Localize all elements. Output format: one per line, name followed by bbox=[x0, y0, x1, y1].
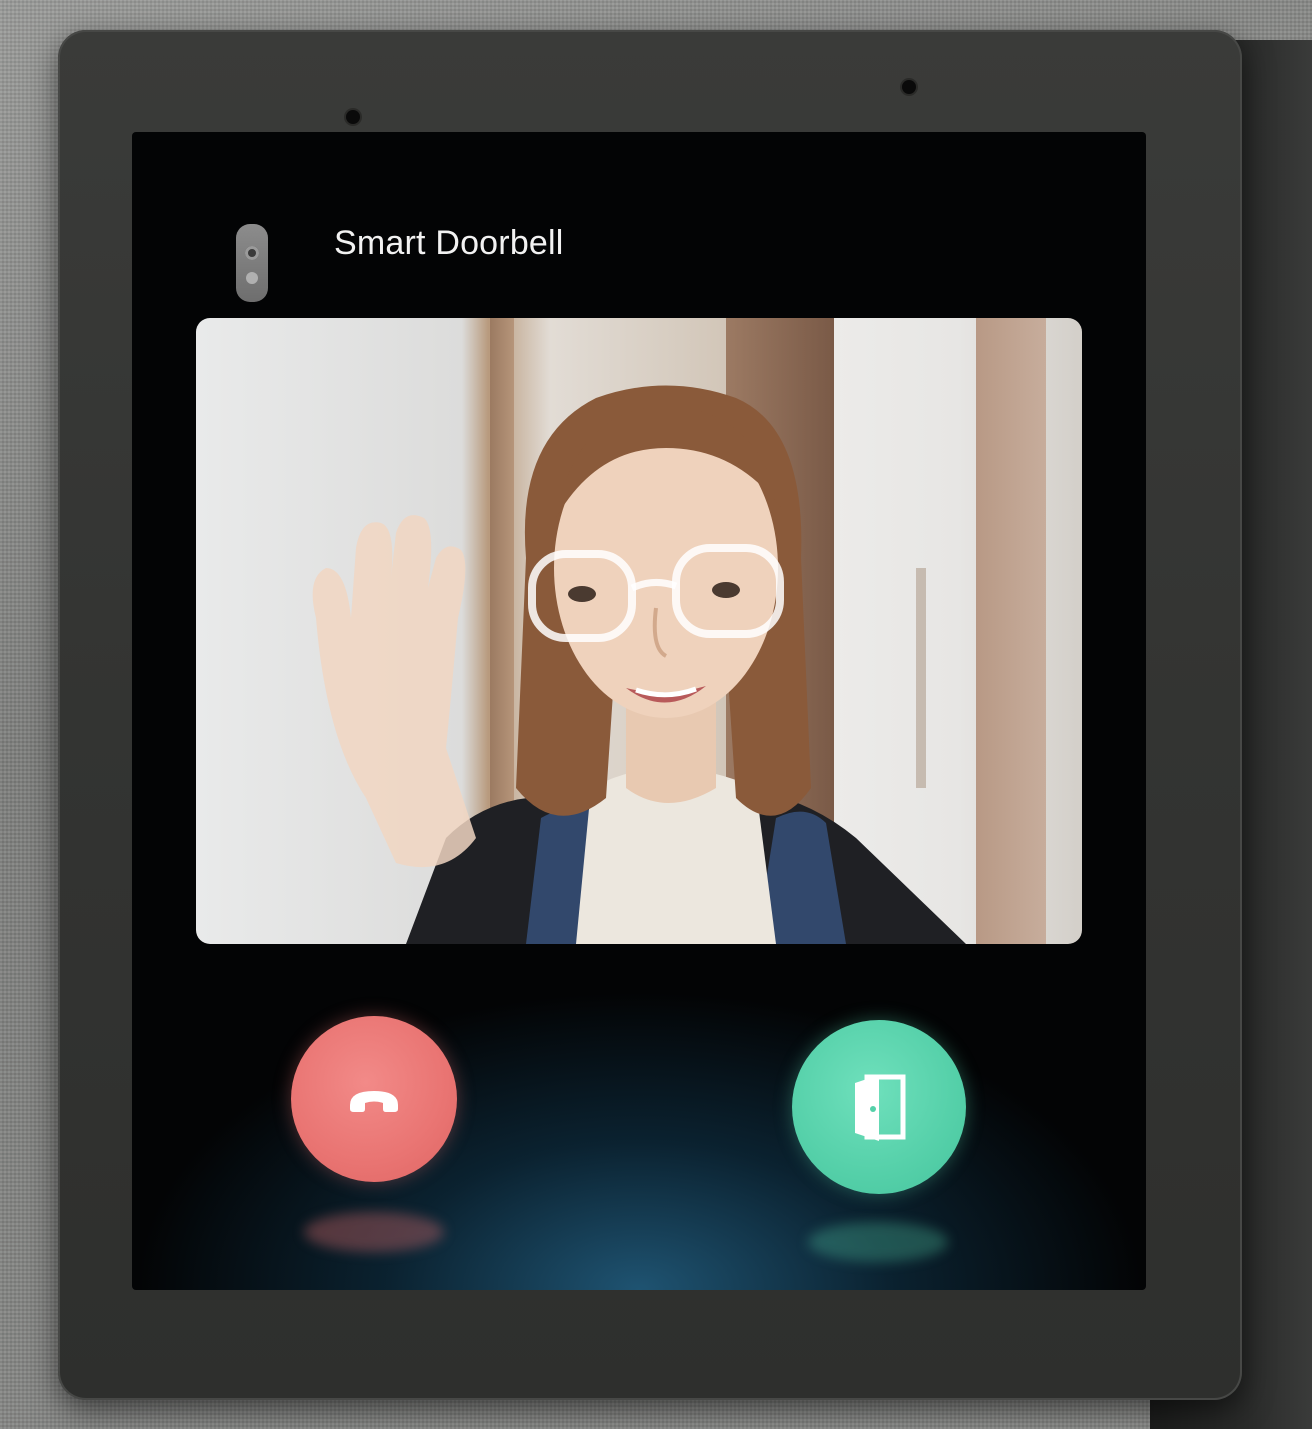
open-door-button[interactable] bbox=[792, 1020, 966, 1194]
open-door-button-reflection bbox=[808, 1222, 948, 1262]
door-open-icon bbox=[855, 1074, 906, 1141]
doorbell-icon bbox=[236, 224, 268, 302]
hang-up-icon bbox=[350, 1091, 398, 1112]
screen-bottom-glow bbox=[132, 990, 1146, 1290]
touch-screen: Smart Doorbell bbox=[132, 132, 1146, 1290]
live-camera-feed[interactable] bbox=[196, 318, 1082, 944]
decline-call-button[interactable] bbox=[291, 1016, 457, 1182]
app-title: Smart Doorbell bbox=[334, 224, 564, 262]
decline-button-reflection bbox=[304, 1212, 444, 1252]
microphone-hole-left bbox=[346, 110, 360, 124]
doorbell-button-dot bbox=[246, 272, 258, 284]
microphone-hole-right bbox=[902, 80, 916, 94]
visitor-image bbox=[312, 385, 966, 944]
doorbell-lens bbox=[245, 246, 259, 260]
